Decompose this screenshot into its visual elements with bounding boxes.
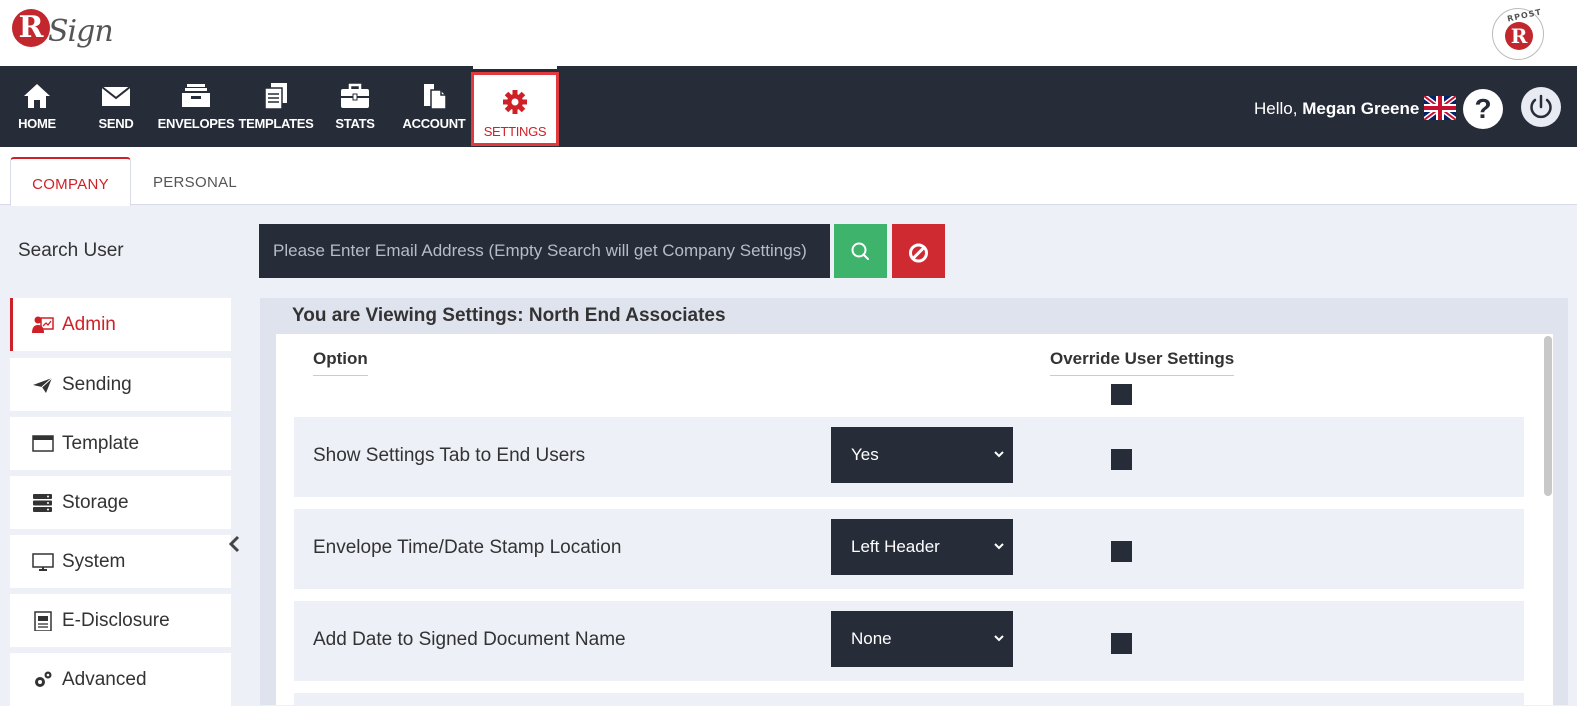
briefcase-icon [341,83,369,108]
sidebar-item-label: System [62,551,126,572]
collapse-sidebar-icon[interactable] [228,534,242,554]
sidebar-item-label: Storage [62,492,129,513]
documents-icon [264,83,287,110]
sidebar-item-storage[interactable]: Storage [10,476,231,529]
override-all-checkbox[interactable] [1111,384,1132,405]
setting-select-value: Yes [851,445,879,464]
setting-row [294,693,1524,705]
document-copy-icon [424,84,447,110]
override-checkbox[interactable] [1111,633,1132,654]
sidebar-item-template[interactable]: Template [10,417,231,470]
setting-label: Show Settings Tab to End Users [313,445,586,466]
paper-plane-icon [33,377,53,393]
setting-label: Add Date to Signed Document Name [313,629,626,650]
setting-row: Envelope Time/Date Stamp Location Left H… [294,509,1524,589]
settings-panel-title: You are Viewing Settings: North End Asso… [292,305,726,326]
sidebar-item-label: Sending [62,374,132,395]
nav-settings[interactable]: SETTINGS [471,66,559,146]
sidebar-item-system[interactable]: System [10,535,231,588]
greeting-hello: Hello, [1254,99,1298,118]
server-icon [33,494,52,512]
user-greeting: Hello, Megan Greene [1254,99,1419,119]
nav-templates-label: TEMPLATES [238,116,314,131]
envelope-icon [101,86,131,106]
monitor-icon [32,553,54,571]
setting-select[interactable]: None [831,611,1013,667]
nav-envelopes-label: ENVELOPES [157,116,235,131]
sidebar-item-e-disclosure[interactable]: E-Disclosure [10,594,231,647]
sidebar-item-advanced[interactable]: Advanced [10,653,231,706]
search-icon [851,242,869,260]
gears-icon [35,671,52,687]
sidebar-item-label: Template [62,433,140,454]
nav-send-label: SEND [98,116,134,131]
rpost-badge-text: RPOST [1506,7,1543,24]
admin-user-icon [32,316,54,333]
sidebar-item-label: E-Disclosure [62,610,170,631]
clear-search-button[interactable] [892,224,945,278]
search-button[interactable] [834,224,887,278]
settings-tabbar: COMPANY PERSONAL [0,147,1577,206]
tab-personal[interactable]: PERSONAL [140,157,250,205]
home-icon [24,84,50,108]
nav-account-label: ACCOUNT [402,116,466,131]
inbox-icon [182,84,210,107]
rpost-badge-letter: R [1505,22,1533,50]
window-icon [32,435,54,452]
sidebar-item-label: Advanced [62,669,147,690]
rpost-logo[interactable]: RPOST R [1492,7,1544,60]
sidebar-item-sending[interactable]: Sending [10,358,231,411]
setting-label: Envelope Time/Date Stamp Location [313,537,622,558]
settings-scrollbar[interactable] [1544,336,1552,496]
nav-home[interactable]: HOME [0,66,77,147]
logout-button[interactable] [1521,87,1561,127]
main-navbar: HOME SEND ENVELOPES TEMPLATES STATS ACCO… [0,66,1577,147]
logo-sign-text: Sign [48,14,114,49]
setting-select-value: Left Header [851,537,940,556]
document-text-icon [34,611,52,631]
setting-select[interactable]: Left Header [831,519,1013,575]
nav-send[interactable]: SEND [76,66,156,147]
uk-flag-icon[interactable] [1424,96,1456,120]
sidebar-item-label: Admin [62,314,116,335]
nav-account[interactable]: ACCOUNT [394,66,474,147]
chevron-down-icon [994,635,1004,642]
help-button[interactable]: ? [1463,89,1503,129]
logo-r-mark: R [12,9,50,47]
search-user-label: Search User [18,240,124,261]
nav-templates[interactable]: TEMPLATES [236,66,316,147]
top-header: R Sign RPOST R [0,0,1577,66]
gear-icon [503,90,527,114]
nav-home-label: HOME [18,116,56,131]
power-icon [1530,94,1552,119]
setting-select-value: None [851,629,892,648]
sidebar-item-admin[interactable]: Admin [10,298,231,351]
setting-row: Show Settings Tab to End Users Yes [294,417,1524,497]
setting-select[interactable]: Yes [831,427,1013,483]
user-name[interactable]: Megan Greene [1302,99,1419,118]
chevron-down-icon [994,543,1004,550]
nav-settings-label: SETTINGS [483,124,547,139]
nav-envelopes[interactable]: ENVELOPES [156,66,236,147]
nav-stats[interactable]: STATS [315,66,395,147]
override-checkbox[interactable] [1111,541,1132,562]
override-column-header: Override User Settings [1050,349,1235,376]
setting-row: Add Date to Signed Document Name None [294,601,1524,681]
tab-company[interactable]: COMPANY [10,157,131,206]
search-email-input[interactable] [259,224,830,278]
override-checkbox[interactable] [1111,449,1132,470]
rsign-logo[interactable]: R Sign [12,6,114,60]
option-column-header: Option [313,349,368,376]
nav-stats-label: STATS [335,116,375,131]
ban-icon [909,243,928,263]
chevron-down-icon [994,451,1004,458]
